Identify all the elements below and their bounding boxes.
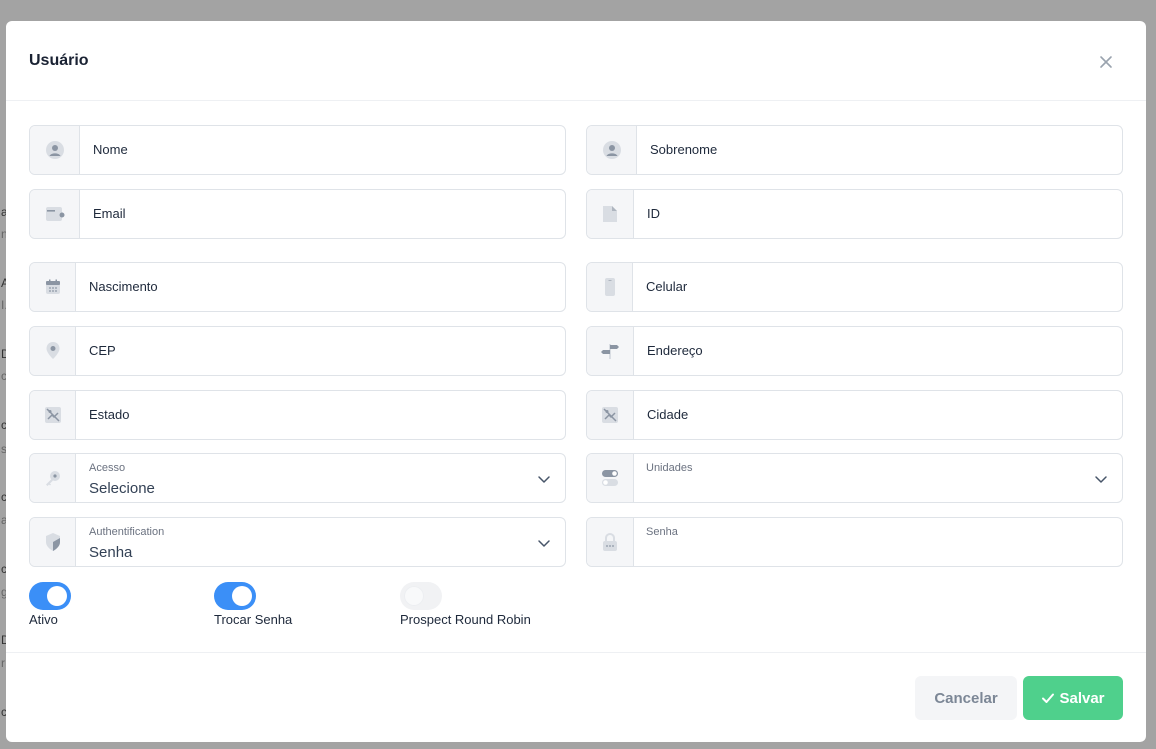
- close-button[interactable]: [1096, 52, 1116, 72]
- key-icon: [45, 471, 60, 486]
- toggle-knob: [404, 586, 424, 606]
- unidades-addon: [587, 454, 634, 502]
- endereco-placeholder: Endereço: [647, 343, 703, 358]
- endereco-addon: [587, 327, 634, 375]
- footer-divider: [6, 652, 1146, 653]
- cidade-placeholder: Cidade: [647, 407, 689, 422]
- ativo-label: Ativo: [29, 612, 58, 627]
- save-button-label: Salvar: [1059, 689, 1105, 707]
- trocar-senha-toggle[interactable]: [214, 582, 256, 610]
- authentification-value: Senha: [89, 544, 133, 561]
- chevron-down-icon: [1095, 476, 1107, 483]
- sobrenome-placeholder: Sobrenome: [650, 142, 718, 157]
- save-button[interactable]: Salvar: [1023, 676, 1123, 720]
- nascimento-addon: [30, 263, 76, 311]
- phone-icon: [604, 278, 615, 296]
- nascimento-placeholder: Nascimento: [89, 279, 158, 294]
- wallet-icon: [45, 207, 64, 221]
- email-placeholder: Email: [93, 206, 126, 221]
- estado-placeholder: Estado: [89, 407, 130, 422]
- endereco-field[interactable]: Endereço: [586, 326, 1123, 376]
- document-icon: [603, 206, 617, 222]
- acesso-value: Selecione: [89, 480, 155, 497]
- close-icon: [1100, 56, 1112, 68]
- shield-icon: [45, 533, 60, 551]
- toggle-icon: [602, 470, 618, 486]
- chevron-down-icon: [538, 540, 550, 547]
- chevron-down-icon: [538, 476, 550, 483]
- email-addon: [30, 190, 80, 238]
- nome-field[interactable]: Nome: [29, 125, 566, 175]
- unidades-select[interactable]: Unidades: [586, 453, 1123, 503]
- sobrenome-addon: [587, 126, 637, 174]
- acesso-label: Acesso: [89, 462, 126, 474]
- cancel-button-label: Cancelar: [934, 689, 998, 707]
- estado-field[interactable]: Estado: [29, 390, 566, 440]
- cep-addon: [30, 327, 76, 375]
- lock-icon: [603, 532, 617, 551]
- prospect-round-robin-toggle[interactable]: [400, 582, 442, 610]
- user-modal: Usuário Nome Sobrenome Email ID Nascimen…: [6, 21, 1146, 742]
- map-icon: [602, 407, 618, 423]
- modal-title: Usuário: [29, 52, 89, 69]
- nome-placeholder: Nome: [93, 142, 128, 157]
- signpost-icon: [601, 344, 619, 359]
- check-icon: [1042, 693, 1055, 703]
- map-icon: [44, 407, 61, 423]
- toggle-knob: [232, 586, 252, 606]
- celular-placeholder: Celular: [646, 279, 688, 294]
- authentification-select[interactable]: Authentification Senha: [29, 517, 566, 567]
- estado-addon: [30, 391, 76, 439]
- trocar-senha-label: Trocar Senha: [214, 612, 293, 627]
- user-icon: [602, 141, 621, 159]
- toggle-knob: [47, 586, 67, 606]
- authentification-label: Authentification: [89, 526, 165, 538]
- cidade-addon: [587, 391, 634, 439]
- email-field[interactable]: Email: [29, 189, 566, 239]
- senha-field[interactable]: Senha: [586, 517, 1123, 567]
- bg-text-fragment: r: [1, 656, 5, 670]
- authentification-addon: [30, 518, 76, 566]
- calendar-icon: [45, 279, 60, 294]
- id-placeholder: ID: [647, 206, 660, 221]
- nascimento-field[interactable]: Nascimento: [29, 262, 566, 312]
- user-icon: [45, 141, 64, 159]
- senha-label: Senha: [646, 526, 678, 538]
- prospect-round-robin-label: Prospect Round Robin: [400, 612, 531, 627]
- senha-addon: [587, 518, 634, 566]
- id-field[interactable]: ID: [586, 189, 1123, 239]
- celular-field[interactable]: Celular: [586, 262, 1123, 312]
- cidade-field[interactable]: Cidade: [586, 390, 1123, 440]
- celular-addon: [587, 263, 633, 311]
- location-pin-icon: [46, 342, 59, 359]
- acesso-select[interactable]: Acesso Selecione: [29, 453, 566, 503]
- cancel-button[interactable]: Cancelar: [915, 676, 1017, 720]
- sobrenome-field[interactable]: Sobrenome: [586, 125, 1123, 175]
- ativo-toggle[interactable]: [29, 582, 71, 610]
- cep-placeholder: CEP: [89, 343, 116, 358]
- acesso-addon: [30, 454, 76, 502]
- nome-addon: [30, 126, 80, 174]
- modal-header: Usuário: [6, 21, 1146, 101]
- cep-field[interactable]: CEP: [29, 326, 566, 376]
- id-addon: [587, 190, 634, 238]
- unidades-label: Unidades: [646, 462, 693, 474]
